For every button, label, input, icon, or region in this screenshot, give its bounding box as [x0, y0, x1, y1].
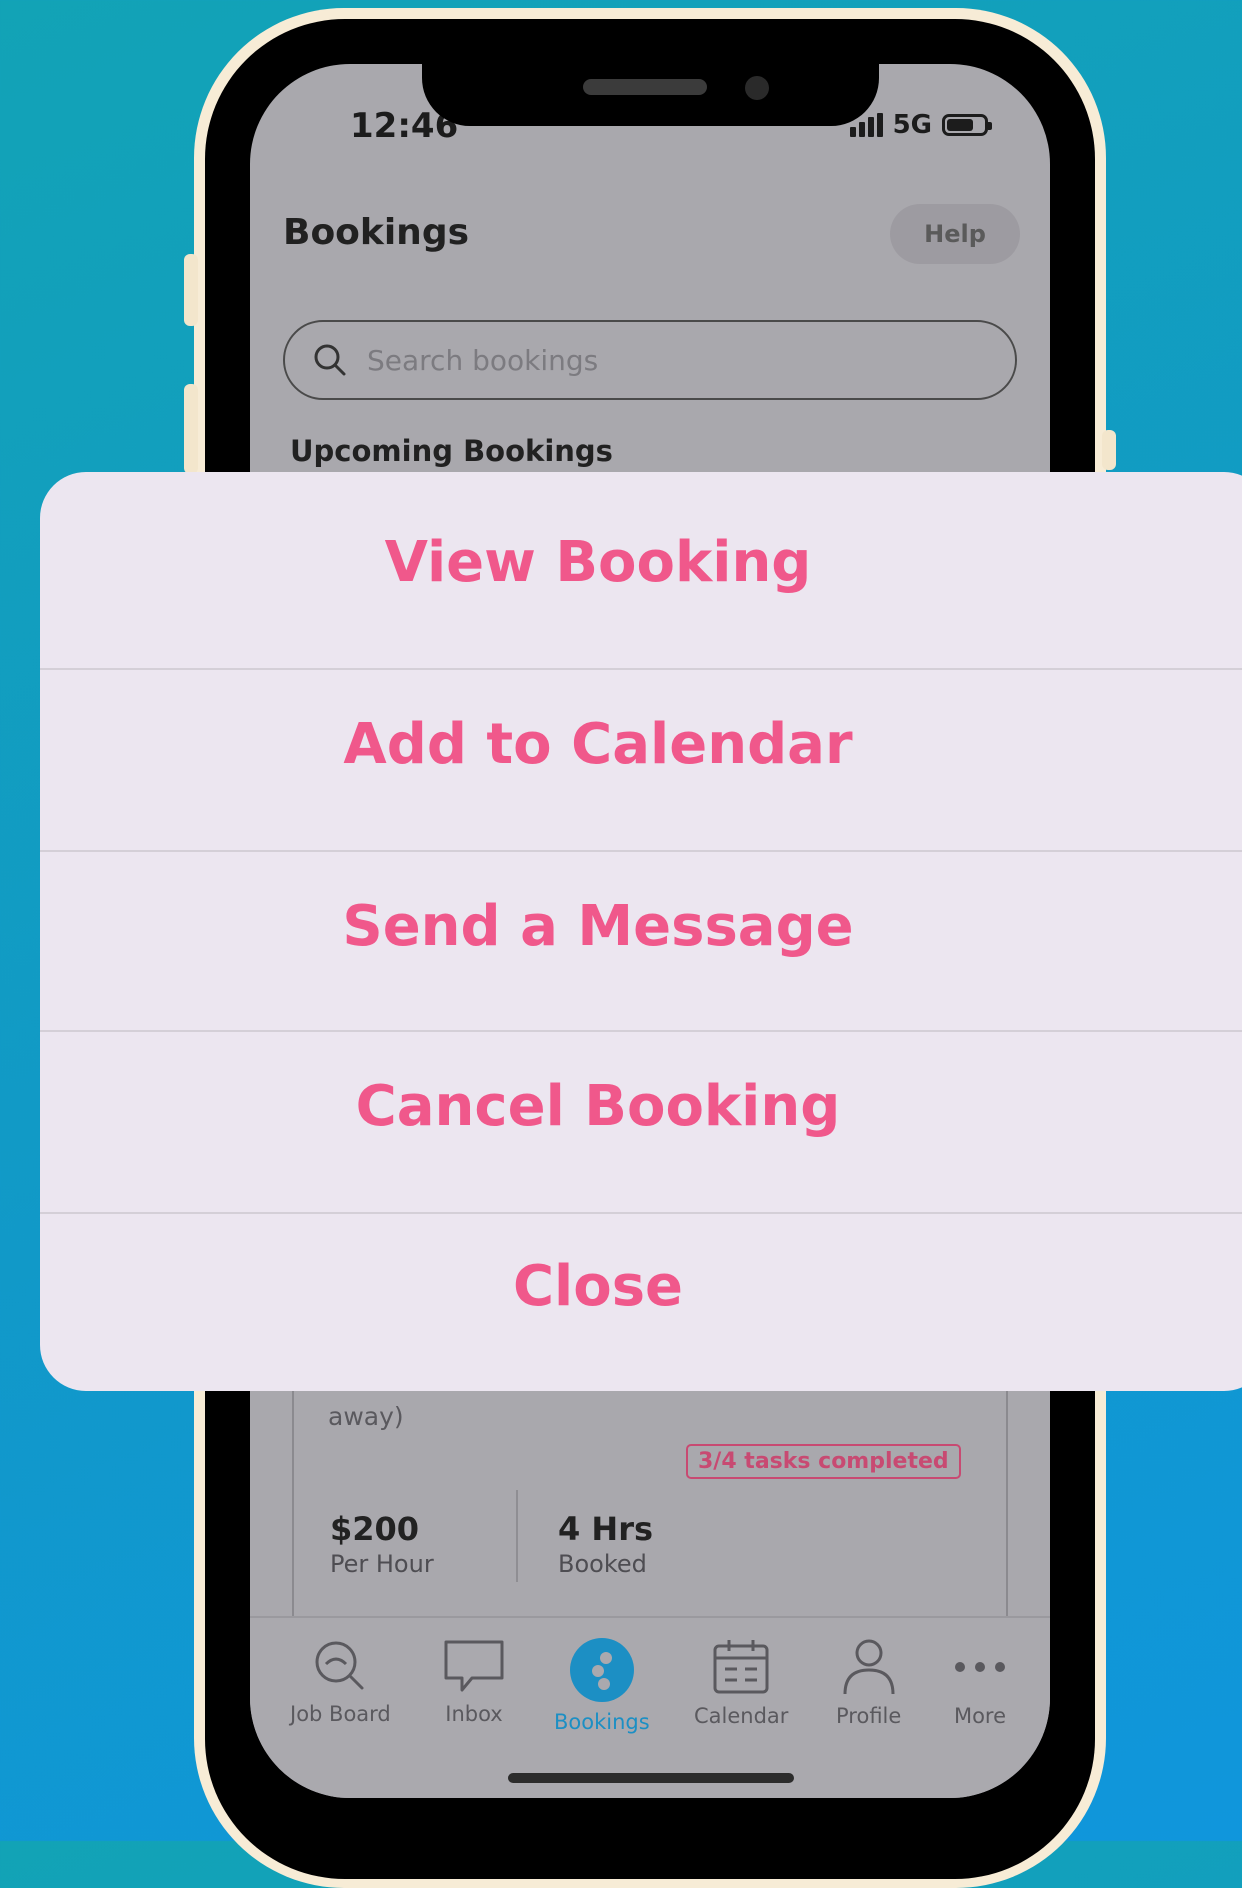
home-indicator: [508, 1773, 794, 1783]
tab-calendar[interactable]: Calendar: [694, 1638, 788, 1728]
add-to-calendar-button[interactable]: Add to Calendar: [40, 654, 1242, 834]
tab-profile[interactable]: Profile: [836, 1638, 901, 1728]
speaker-grille: [583, 79, 707, 95]
action-sheet: View Booking Add to Calendar Send a Mess…: [40, 472, 1242, 1391]
phone-side-button: [184, 254, 198, 326]
close-button[interactable]: Close: [40, 1196, 1242, 1376]
cancel-booking-button[interactable]: Cancel Booking: [40, 1016, 1242, 1196]
hours-label: Booked: [558, 1550, 647, 1578]
search-input[interactable]: Search bookings: [283, 320, 1017, 400]
action-label: Close: [512, 1253, 684, 1319]
search-placeholder: Search bookings: [367, 343, 599, 377]
action-label: Send a Message: [342, 893, 854, 959]
battery-icon: [942, 114, 992, 136]
tab-label: Bookings: [554, 1710, 650, 1734]
page-title: Bookings: [283, 212, 470, 253]
send-message-button[interactable]: Send a Message: [40, 836, 1242, 1016]
help-button[interactable]: Help: [890, 204, 1020, 264]
booking-address: away): [328, 1402, 404, 1431]
search-icon: [315, 1641, 364, 1690]
bookings-logo-icon: [569, 1638, 634, 1702]
tab-job-board[interactable]: Job Board: [290, 1638, 391, 1726]
phone-side-button: [1102, 430, 1116, 470]
more-dots-icon: [955, 1662, 1005, 1672]
action-label: View Booking: [384, 529, 812, 595]
tab-label: Profile: [836, 1704, 902, 1728]
calendar-icon: [713, 1640, 769, 1694]
hours-value: 4 Hrs: [558, 1510, 654, 1548]
action-label: Cancel Booking: [355, 1073, 841, 1139]
tab-bookings[interactable]: Bookings: [554, 1638, 650, 1734]
tab-inbox[interactable]: Inbox: [442, 1638, 506, 1726]
tab-label: More: [953, 1704, 1007, 1728]
tab-label: Inbox: [445, 1702, 503, 1726]
tasks-badge: 3/4 tasks completed: [686, 1444, 961, 1479]
tab-label: Calendar: [694, 1704, 789, 1728]
tab-bar: Job Board Inbox Bookings Calendar Profil…: [250, 1616, 1050, 1798]
person-icon: [843, 1639, 895, 1695]
phone-notch: [422, 64, 879, 126]
rate-value: $200: [330, 1510, 420, 1548]
tab-more[interactable]: More: [952, 1638, 1008, 1728]
network-label: 5G: [892, 110, 932, 140]
tab-label: Job Board: [290, 1702, 391, 1726]
status-indicators: 5G: [849, 110, 992, 140]
phone-side-button: [184, 384, 198, 474]
action-label: Add to Calendar: [343, 711, 853, 777]
front-camera: [745, 76, 769, 100]
search-icon: [314, 344, 346, 376]
stat-divider: [516, 1490, 518, 1582]
chat-bubble-icon: [444, 1640, 504, 1692]
section-title: Upcoming Bookings: [290, 434, 613, 468]
view-booking-button[interactable]: View Booking: [40, 472, 1242, 652]
rate-label: Per Hour: [330, 1550, 434, 1578]
